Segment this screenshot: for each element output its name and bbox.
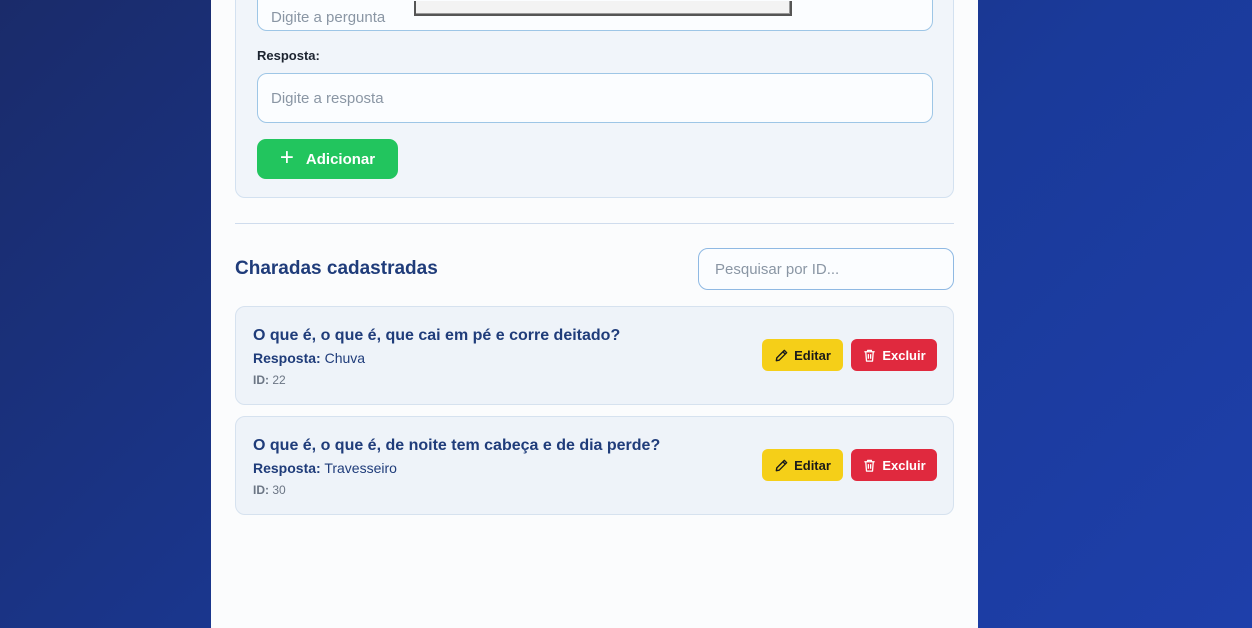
id-value: 22: [272, 373, 286, 387]
item-id: ID: 30: [253, 483, 286, 497]
search-input[interactable]: Pesquisar por ID...: [698, 248, 954, 290]
item-question: O que é, o que é, de noite tem cabeça e …: [253, 437, 661, 454]
delete-label: Excluir: [882, 457, 926, 473]
id-prefix: ID:: [253, 483, 269, 497]
edit-button[interactable]: Editar: [762, 449, 843, 481]
list-item: O que é, o que é, de noite tem cabeça e …: [235, 416, 954, 515]
item-answer: Resposta: Travesseiro: [253, 460, 397, 476]
delete-button[interactable]: Excluir: [851, 339, 937, 371]
answer-value: Travesseiro: [324, 460, 397, 476]
pencil-icon: [774, 458, 789, 473]
plus-icon: +: [279, 144, 294, 171]
question-placeholder: Digite a pergunta: [271, 9, 386, 26]
item-id: ID: 22: [253, 373, 286, 387]
item-question: O que é, o que é, que cai em pé e corre …: [253, 327, 621, 344]
answer-value: Chuva: [324, 350, 366, 366]
add-button-label: Adicionar: [305, 150, 376, 168]
id-value: 30: [272, 483, 286, 497]
search-placeholder: Pesquisar por ID...: [715, 260, 840, 278]
trash-icon: [862, 348, 877, 363]
section-title: Charadas cadastradas: [235, 258, 438, 279]
answer-input[interactable]: Digite a resposta: [257, 73, 933, 123]
add-button[interactable]: + Adicionar: [257, 139, 398, 179]
delete-label: Excluir: [882, 347, 926, 363]
answer-prefix: Resposta:: [253, 460, 321, 476]
item-answer: Resposta: Chuva: [253, 350, 365, 366]
trash-icon: [862, 458, 877, 473]
answer-label: Resposta:: [257, 48, 320, 63]
edit-button[interactable]: Editar: [762, 339, 843, 371]
overlay-window-fragment: [414, 1, 792, 16]
divider: [235, 223, 954, 224]
main-panel: Digite a pergunta Resposta: Digite a res…: [211, 0, 978, 628]
answer-prefix: Resposta:: [253, 350, 321, 366]
answer-placeholder: Digite a resposta: [271, 89, 384, 107]
edit-label: Editar: [794, 347, 831, 363]
pencil-icon: [774, 348, 789, 363]
riddle-form: Digite a pergunta Resposta: Digite a res…: [235, 0, 954, 198]
list-item: O que é, o que é, que cai em pé e corre …: [235, 306, 954, 405]
edit-label: Editar: [794, 457, 831, 473]
delete-button[interactable]: Excluir: [851, 449, 937, 481]
id-prefix: ID:: [253, 373, 269, 387]
